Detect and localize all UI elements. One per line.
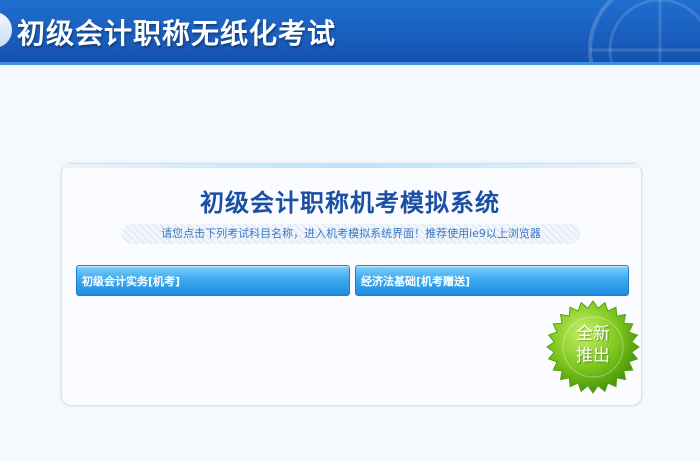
header-banner: 初级会计职称无纸化考试 xyxy=(0,0,700,65)
panel-top-border xyxy=(62,164,641,168)
page-title: 初级会计职称无纸化考试 xyxy=(17,17,337,50)
logo-icon xyxy=(0,12,12,48)
subject-button-accounting-practice[interactable]: 初级会计实务[机考] xyxy=(76,265,350,296)
system-title: 初级会计职称机考模拟系统 xyxy=(200,189,500,217)
badge-label: 全新 推出 xyxy=(546,323,640,367)
instruction-text: 请您点击下列考试科目名称，进入机考模拟系统界面！推荐使用ie9以上浏览器 xyxy=(122,224,580,244)
subject-button-economic-law[interactable]: 经济法基础[机考赠送] xyxy=(355,265,629,296)
badge-line-1: 全新 xyxy=(576,324,610,344)
decorative-globe-icon xyxy=(588,0,700,62)
badge-line-2: 推出 xyxy=(576,346,610,366)
